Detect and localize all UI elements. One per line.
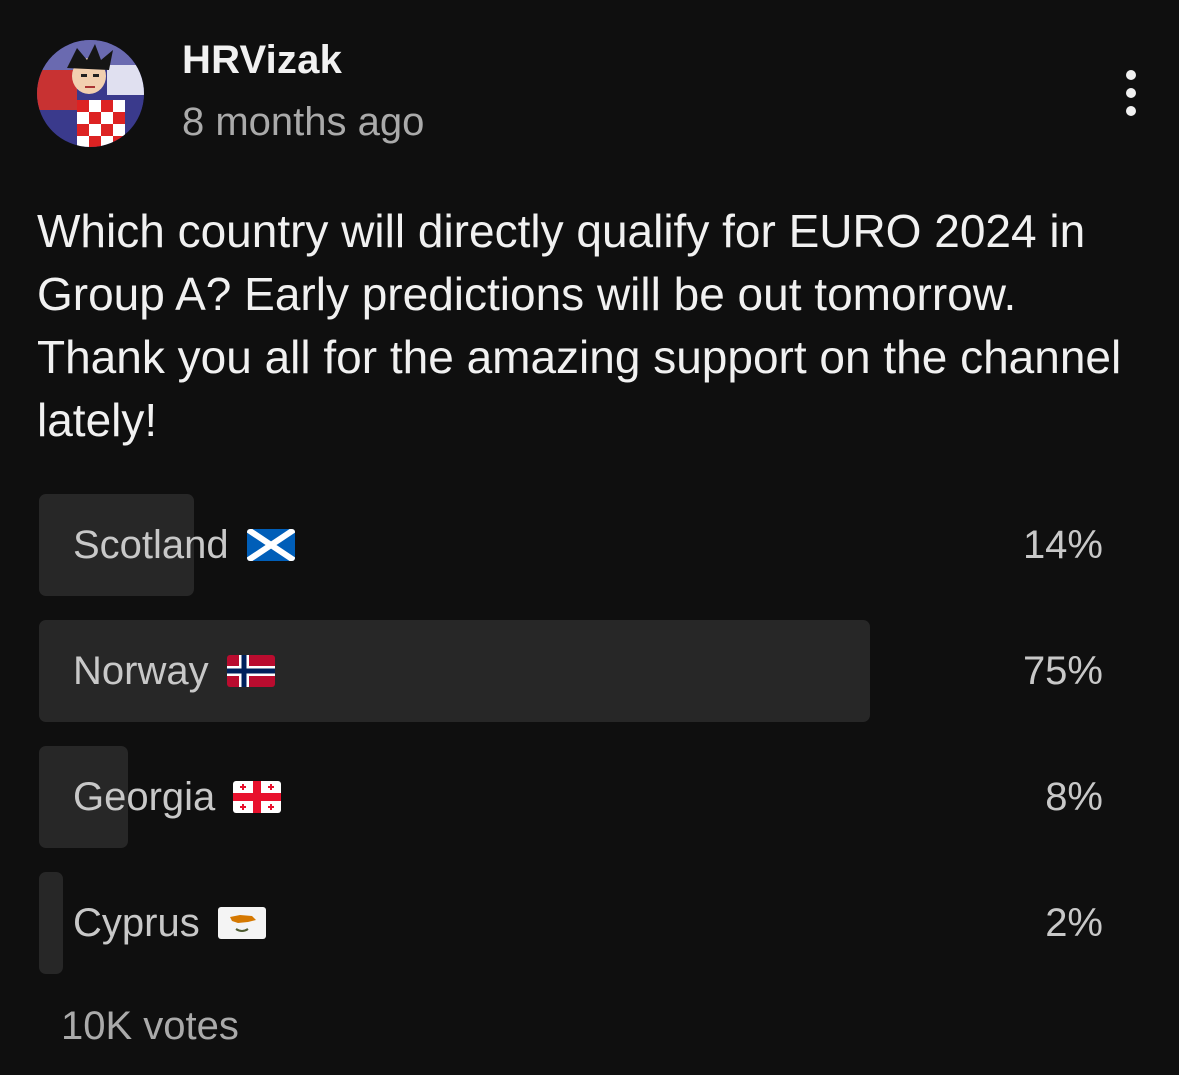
poll-option-label: Cyprus [73,901,200,945]
poll-option-label: Scotland [73,523,229,567]
poll-option-cyprus[interactable]: Cyprus 2% [39,872,1111,974]
menu-dot [1126,88,1136,98]
poll-option-label: Georgia [73,775,216,819]
norway-flag-icon [226,655,275,687]
poll-option-label-wrap: Norway [73,620,275,722]
georgia-flag-icon [233,781,282,813]
post-timestamp: 8 months ago [182,100,425,144]
poll-option-bar [39,872,63,974]
community-post: HRVizak 8 months ago Which country will … [0,0,1179,1075]
poll-option-scotland[interactable]: Scotland 14% [39,494,1111,596]
poll-option-percent: 8% [1045,775,1103,819]
poll-option-label-wrap: Georgia [73,746,282,848]
poll-option-label-wrap: Cyprus [73,872,266,974]
poll-option-percent: 14% [1022,523,1103,567]
cyprus-flag-icon [217,907,266,939]
poll-option-label-wrap: Scotland [73,494,295,596]
avatar[interactable] [37,40,144,147]
post-text: Which country will directly qualify for … [37,205,1122,446]
poll-option-georgia[interactable]: Georgia 8% [39,746,1111,848]
poll-option-percent: 2% [1045,901,1103,945]
poll: Scotland 14% Norway 75% Georgia 8% Cypru… [39,494,1111,998]
author-name[interactable]: HRVizak [182,38,342,83]
scotland-flag-icon [246,529,295,561]
vote-count: 10K votes [61,1004,239,1048]
menu-dot [1126,106,1136,116]
menu-dot [1126,70,1136,80]
poll-option-percent: 75% [1022,649,1103,693]
poll-option-norway[interactable]: Norway 75% [39,620,1111,722]
poll-option-label: Norway [73,649,209,693]
more-vert-icon[interactable] [1110,66,1152,120]
